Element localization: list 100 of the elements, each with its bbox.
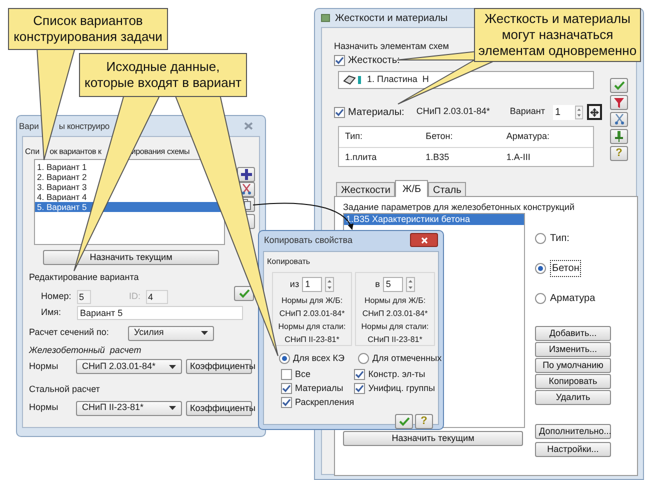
field-label: Нормы bbox=[29, 360, 60, 373]
window-icon bbox=[321, 14, 330, 22]
spin-arrows-icon[interactable] bbox=[575, 104, 584, 120]
section-label: Стальной расчет bbox=[29, 383, 101, 396]
apply-button[interactable] bbox=[610, 78, 628, 93]
action-button[interactable]: Добавить... bbox=[535, 326, 611, 341]
radio-label: Для всех КЭ bbox=[293, 352, 344, 365]
move-button[interactable] bbox=[587, 104, 602, 120]
checkbox-label: Унифиц. группы bbox=[368, 382, 435, 395]
stiffness-field[interactable]: 1. Пластина Н bbox=[338, 71, 594, 89]
radio-button[interactable] bbox=[358, 353, 370, 364]
dropdown[interactable]: СНиП II-23-81* bbox=[76, 400, 182, 416]
caret-icon bbox=[201, 331, 208, 335]
window-title: Вари bbox=[19, 120, 39, 132]
group-label: Спи bbox=[25, 146, 40, 158]
checkbox[interactable] bbox=[281, 383, 292, 394]
checkbox[interactable] bbox=[334, 55, 345, 66]
assign-button[interactable]: Назначить текущим bbox=[343, 431, 523, 446]
checkbox-label: Раскрепления bbox=[295, 396, 354, 409]
norms-text: СНиП 2.03.01-84* bbox=[362, 308, 428, 320]
field-label: Вариант bbox=[510, 105, 546, 118]
checkbox[interactable] bbox=[281, 369, 292, 380]
callout: Список вариантов конструирования задачи bbox=[8, 8, 168, 50]
checkbox-label: Материалы: bbox=[348, 106, 404, 120]
scissors-icon bbox=[240, 184, 252, 195]
checkbox[interactable] bbox=[334, 106, 345, 118]
close-icon bbox=[420, 236, 428, 244]
radio-label: Бетон bbox=[550, 260, 582, 277]
action-button[interactable]: Настройки... bbox=[535, 442, 611, 457]
field-label: Нормы bbox=[29, 401, 60, 414]
funnel-icon bbox=[614, 98, 624, 108]
cut-button[interactable] bbox=[610, 112, 628, 127]
tab[interactable]: Сталь bbox=[428, 182, 466, 196]
window-title: ы конструиро bbox=[58, 120, 110, 132]
field-label: Расчет сечений по: bbox=[29, 326, 110, 340]
filter-button[interactable] bbox=[610, 95, 628, 110]
radio-button[interactable] bbox=[535, 293, 546, 304]
radio-label: Арматура bbox=[550, 292, 596, 306]
action-button[interactable]: Изменить... bbox=[535, 342, 611, 357]
id-field[interactable]: 4 bbox=[146, 290, 168, 304]
plus-icon bbox=[240, 169, 252, 180]
close-button[interactable] bbox=[410, 233, 438, 247]
ok-button[interactable] bbox=[395, 414, 413, 428]
norms-text: СНиП II-23-81* bbox=[368, 334, 422, 346]
field-label: ID: bbox=[129, 290, 142, 303]
action-button[interactable]: Копировать bbox=[535, 374, 611, 389]
radio-button[interactable] bbox=[535, 263, 546, 274]
pin-button[interactable] bbox=[610, 129, 628, 144]
action-button[interactable]: Дополнительно... bbox=[535, 424, 611, 439]
check-icon bbox=[238, 289, 250, 298]
check-icon bbox=[614, 81, 624, 90]
norms-label: Нормы для стали: bbox=[278, 321, 346, 333]
cross-arrows-icon bbox=[590, 108, 600, 116]
field-label: в bbox=[375, 278, 380, 291]
action-button[interactable]: По умолчанию bbox=[535, 358, 611, 373]
caret-icon bbox=[169, 406, 176, 410]
radio-button[interactable] bbox=[535, 233, 546, 244]
dropdown[interactable]: Усилия bbox=[128, 326, 214, 340]
window-title: Жесткости и материалы bbox=[335, 12, 448, 26]
name-field[interactable]: Вариант 5 bbox=[77, 306, 243, 320]
assign-button[interactable]: Назначить текущим bbox=[43, 250, 219, 265]
tab[interactable]: Ж/Б bbox=[395, 180, 428, 197]
field-text: 1. Пластина Н bbox=[367, 73, 429, 86]
spin-arrows-icon[interactable] bbox=[406, 277, 415, 292]
dropdown[interactable]: СНиП 2.03.01-84* bbox=[76, 359, 182, 374]
checkbox[interactable] bbox=[354, 383, 366, 394]
group-label: Назначить элементам схем bbox=[334, 40, 449, 52]
section-label: Редактирование варианта bbox=[29, 271, 140, 284]
radio-label: Тип: bbox=[550, 232, 570, 246]
field-label: Номер: bbox=[41, 290, 72, 303]
apply-button[interactable] bbox=[234, 286, 254, 301]
action-button[interactable]: Удалить bbox=[535, 390, 611, 405]
checkbox-label: Все bbox=[295, 368, 311, 381]
column-header: Тип: bbox=[345, 130, 364, 143]
spin-field[interactable]: 1 bbox=[302, 277, 322, 292]
norms-label: Нормы для Ж/Б: bbox=[364, 295, 426, 307]
radio-button[interactable] bbox=[279, 353, 290, 364]
callout: Исходные данные, которые входят в вариант bbox=[79, 53, 247, 97]
column-header: Бетон: bbox=[426, 130, 454, 143]
pin-icon bbox=[615, 131, 623, 142]
field-label: Имя: bbox=[41, 306, 62, 319]
spin-field[interactable]: 5 bbox=[382, 277, 403, 292]
plate-icon bbox=[343, 75, 363, 85]
list-item[interactable]: 1.В35 Характеристики бетона bbox=[344, 214, 524, 225]
spin-arrows-icon[interactable] bbox=[325, 277, 334, 292]
checkbox-label: Жесткость: bbox=[348, 54, 400, 68]
number-field[interactable]: 5 bbox=[77, 290, 91, 304]
check-icon bbox=[398, 416, 410, 426]
checkbox[interactable] bbox=[281, 397, 292, 408]
table-cell-text: 1.плита bbox=[345, 150, 378, 164]
table-cell-text: 1.A-III bbox=[506, 150, 532, 164]
table-cell-text: 1.B35 bbox=[426, 150, 450, 164]
norms-label: Нормы для стали: bbox=[361, 321, 429, 333]
tab[interactable]: Жесткости bbox=[336, 182, 396, 196]
spin-field[interactable]: 1 bbox=[553, 104, 576, 120]
group-label: ирования схемы bbox=[131, 146, 190, 158]
checkbox[interactable] bbox=[354, 369, 366, 380]
group-label: ок вариантов к bbox=[50, 146, 102, 158]
radio-label: Для отмеченных bbox=[372, 352, 442, 365]
add-button[interactable] bbox=[237, 167, 255, 182]
